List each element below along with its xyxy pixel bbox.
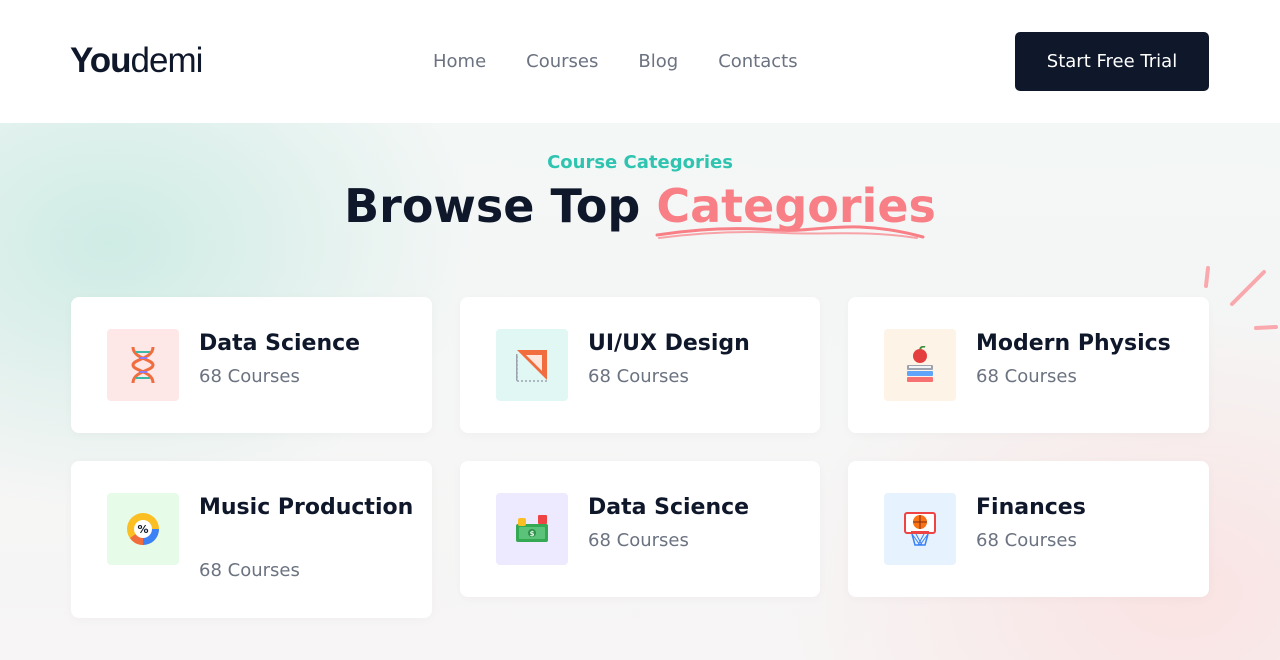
set-square-icon [516, 350, 547, 382]
category-title: Finances [976, 495, 1086, 520]
basketball-hoop-icon [904, 512, 936, 546]
percent-chart-icon: % [127, 513, 159, 545]
category-course-count: 68 Courses [588, 530, 689, 551]
category-card-ui-ux-design[interactable]: UI/UX Design 68 Courses [460, 297, 820, 433]
category-title: UI/UX Design [588, 331, 750, 356]
category-course-count: 68 Courses [976, 366, 1077, 387]
category-title: Data Science [199, 331, 361, 356]
main-nav: Home Courses Blog Contacts [433, 50, 798, 74]
category-icon-box [884, 329, 956, 401]
category-icon-box: % [107, 493, 179, 565]
section-title: Browse Top Categories [0, 177, 1280, 235]
logo-bold-part: You [70, 41, 132, 80]
category-title: Music Production [199, 495, 414, 520]
site-header: Youdemi Home Courses Blog Contacts Start… [0, 0, 1280, 123]
section-eyebrow: Course Categories [547, 152, 733, 173]
category-icon-box [107, 329, 179, 401]
category-card-data-science[interactable]: Data Science 68 Courses [71, 297, 432, 433]
category-card-modern-physics[interactable]: Modern Physics 68 Courses [848, 297, 1209, 433]
category-title: Modern Physics [976, 331, 1171, 356]
category-card-finances[interactable]: Finances 68 Courses [848, 461, 1209, 597]
category-course-count: 68 Courses [976, 530, 1077, 551]
title-main: Browse Top [344, 179, 657, 233]
nav-contacts-link[interactable]: Contacts [718, 50, 797, 74]
nav-courses-link[interactable]: Courses [526, 50, 598, 74]
nav-blog-link[interactable]: Blog [638, 50, 678, 74]
dna-icon [131, 346, 155, 384]
brush-underline-icon [655, 225, 925, 239]
category-card-music-production[interactable]: % Music Production 68 Courses [71, 461, 432, 618]
category-icon-box [496, 329, 568, 401]
category-course-count: 68 Courses [199, 560, 300, 581]
category-course-count: 68 Courses [588, 366, 689, 387]
money-icon: $ [516, 515, 548, 542]
category-icon-box [884, 493, 956, 565]
logo[interactable]: Youdemi [70, 40, 204, 82]
category-title: Data Science [588, 495, 750, 520]
books-apple-icon [907, 346, 933, 382]
category-card-data-science-2[interactable]: $ Data Science 68 Courses [460, 461, 820, 597]
logo-light-part: demi [130, 41, 204, 80]
category-course-count: 68 Courses [199, 366, 300, 387]
category-icon-box: $ [496, 493, 568, 565]
start-free-trial-button[interactable]: Start Free Trial [1015, 32, 1209, 91]
svg-text:$: $ [530, 530, 535, 538]
nav-home-link[interactable]: Home [433, 50, 486, 74]
svg-text:%: % [137, 523, 148, 536]
